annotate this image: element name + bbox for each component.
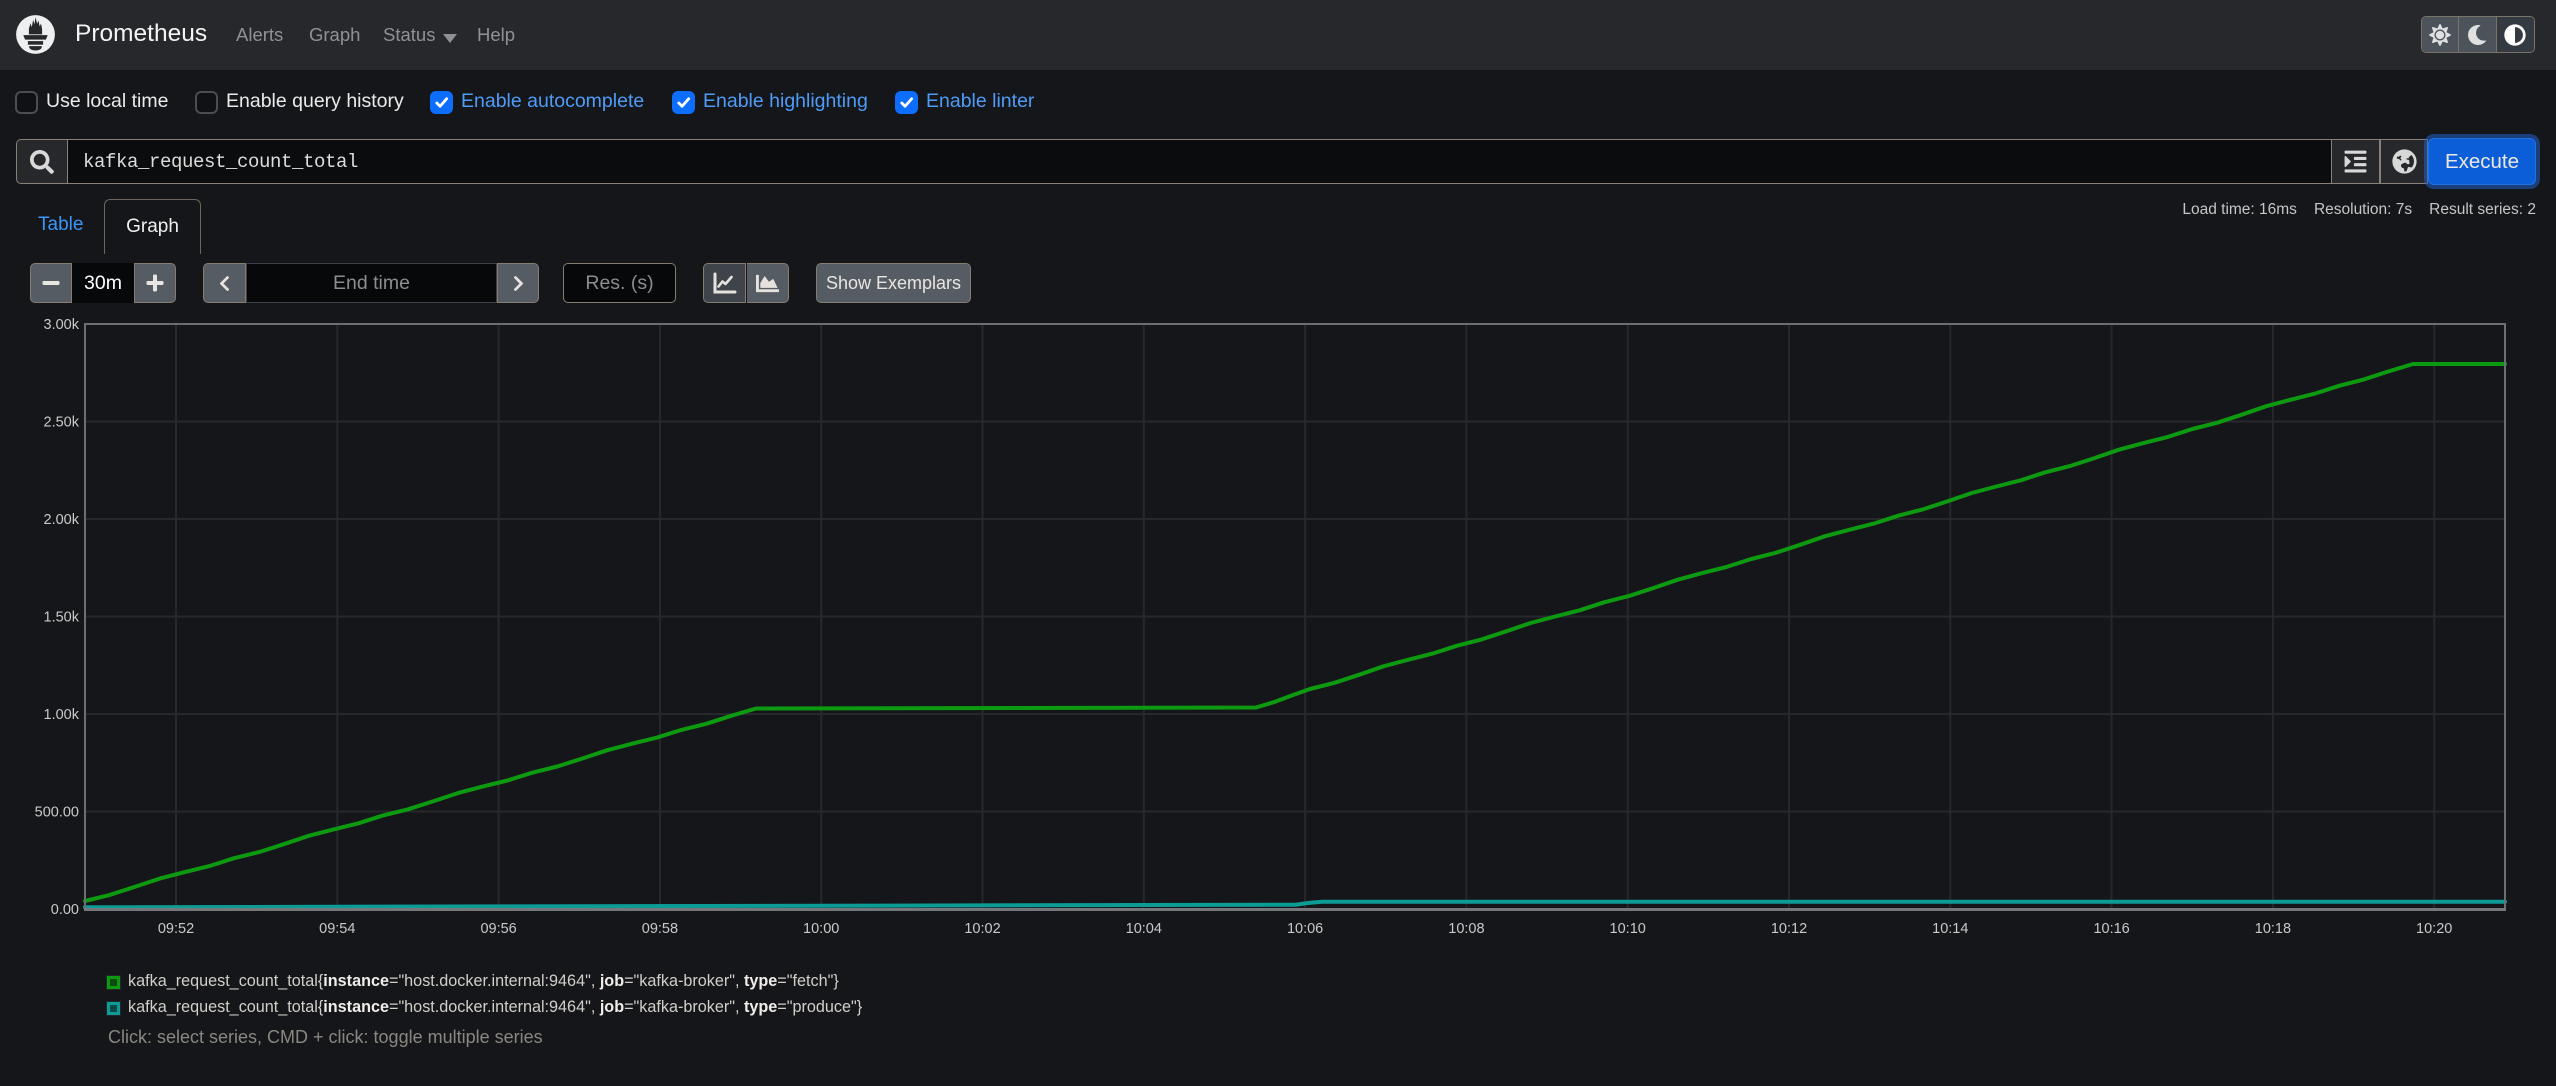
svg-text:10:08: 10:08	[1448, 921, 1484, 937]
svg-text:0.00: 0.00	[51, 902, 79, 918]
svg-text:10:18: 10:18	[2255, 921, 2291, 937]
svg-text:500.00: 500.00	[35, 805, 79, 821]
svg-text:10:04: 10:04	[1126, 921, 1162, 937]
svg-text:10:20: 10:20	[2416, 921, 2452, 937]
svg-text:10:12: 10:12	[1771, 921, 1807, 937]
svg-text:3.00k: 3.00k	[44, 317, 80, 333]
svg-text:10:00: 10:00	[803, 921, 839, 937]
svg-text:09:58: 09:58	[642, 921, 678, 937]
svg-text:10:16: 10:16	[2093, 921, 2129, 937]
svg-text:10:10: 10:10	[1610, 921, 1646, 937]
svg-text:09:56: 09:56	[480, 921, 516, 937]
svg-text:09:52: 09:52	[158, 921, 194, 937]
svg-text:10:02: 10:02	[964, 921, 1000, 937]
svg-text:2.50k: 2.50k	[44, 415, 80, 431]
svg-text:2.00k: 2.00k	[44, 512, 80, 528]
svg-text:10:06: 10:06	[1287, 921, 1323, 937]
svg-text:09:54: 09:54	[319, 921, 355, 937]
svg-text:1.00k: 1.00k	[44, 707, 80, 723]
svg-text:10:14: 10:14	[1932, 921, 1968, 937]
svg-text:1.50k: 1.50k	[44, 610, 80, 626]
